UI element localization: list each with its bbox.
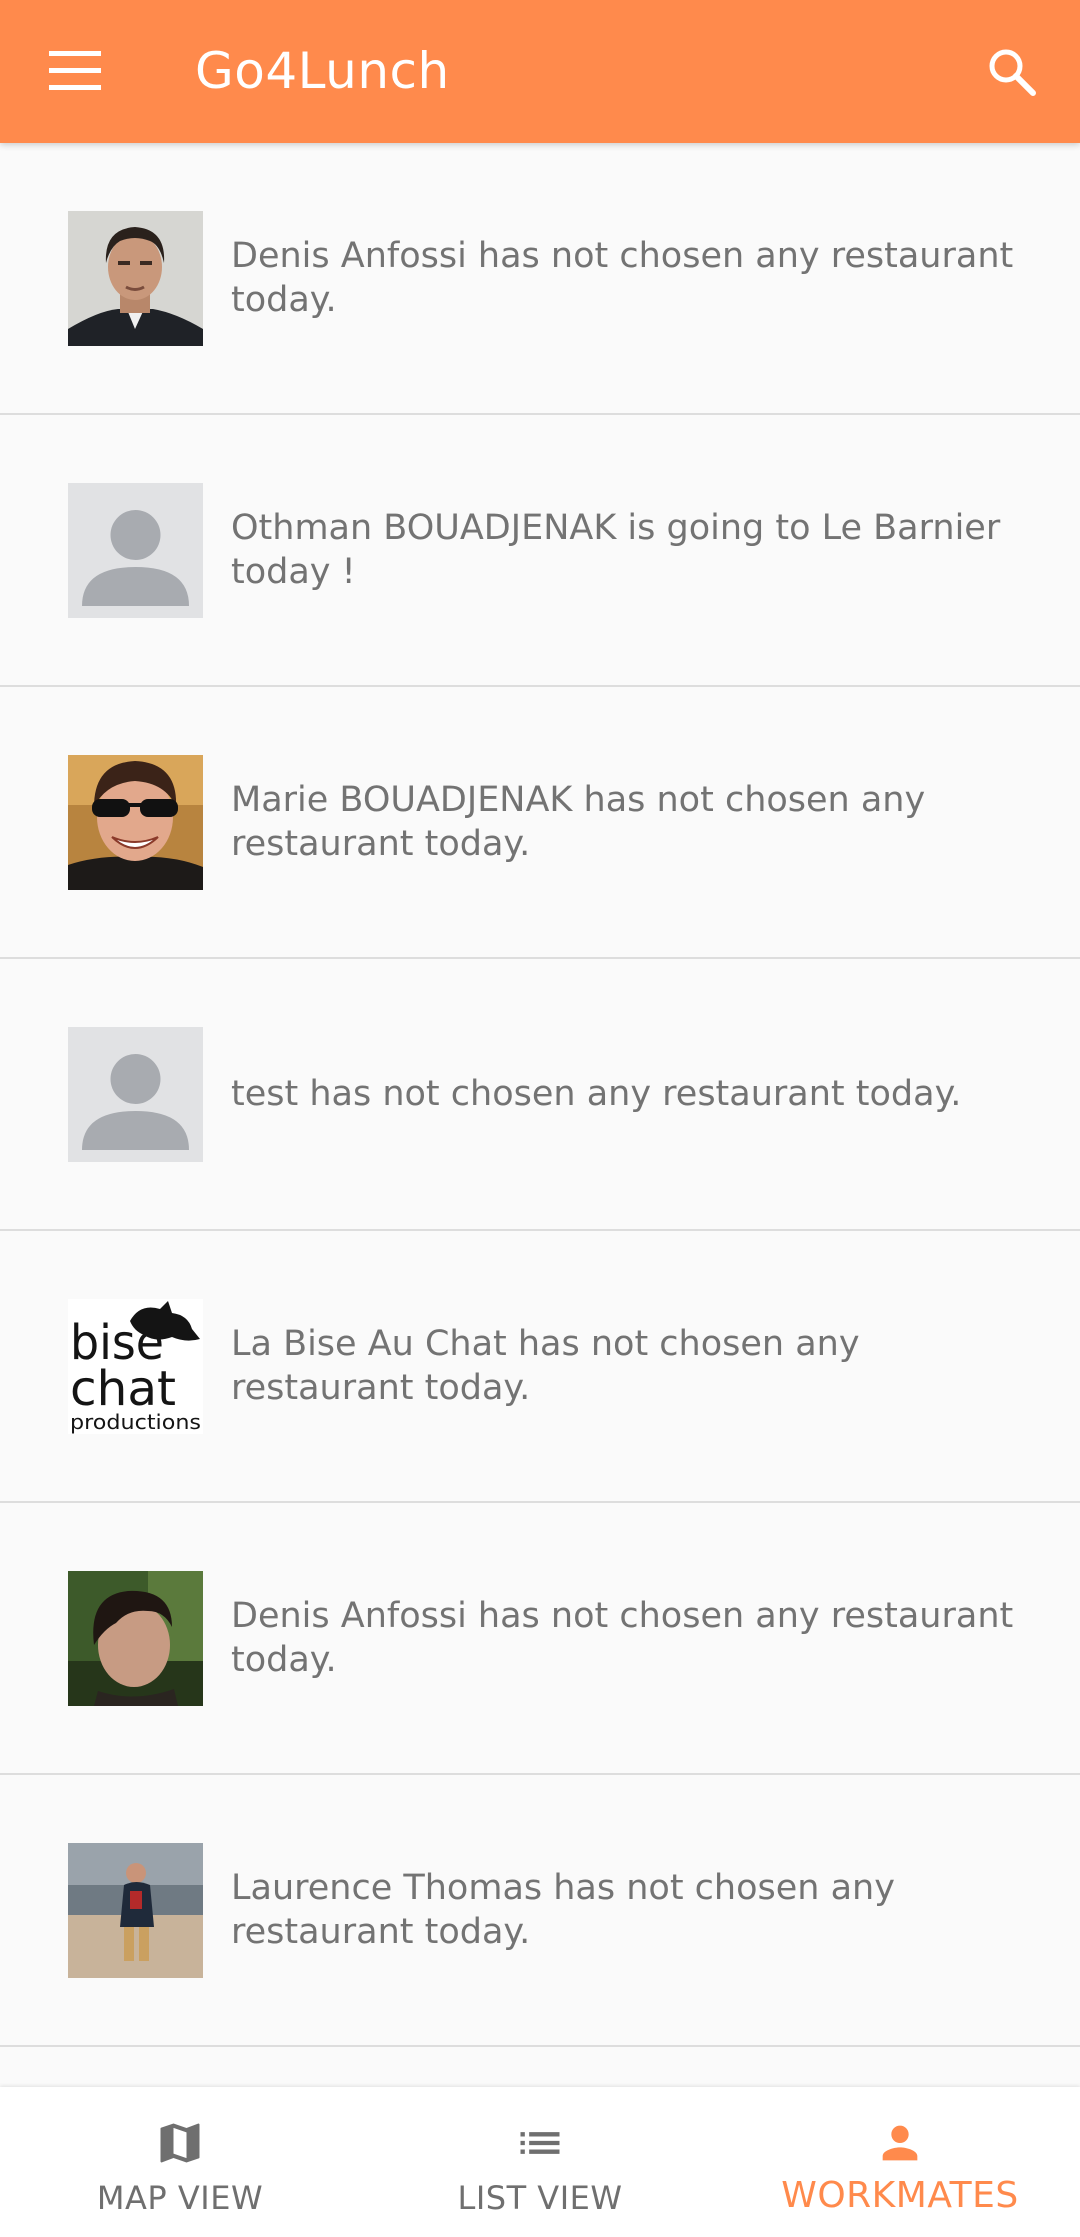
svg-text:chat: chat [70,1361,176,1417]
default-person-icon [68,1027,203,1162]
avatar [68,1027,203,1162]
workmate-status: Denis Anfossi has not chosen any restaur… [231,1596,1014,1680]
avatar-photo [68,1843,203,1978]
avatar [68,483,203,618]
list-item[interactable]: Othman BOUADJENAK is going to Le Barnier… [0,415,1080,687]
app-bar: Go4Lunch [0,0,1080,143]
workmate-status: Marie BOUADJENAK has not chosen any rest… [231,780,926,864]
nav-list-view[interactable]: LIST VIEW [360,2087,720,2237]
workmates-list: Denis Anfossi has not chosen any restaur… [0,143,1080,2047]
nav-workmates[interactable]: WORKMATES [720,2087,1080,2237]
nav-map-view[interactable]: MAP VIEW [0,2087,360,2237]
workmate-status: test has not chosen any restaurant today… [231,1074,962,1114]
list-item[interactable]: bise chat productions La Bise Au Chat ha… [0,1231,1080,1503]
avatar [68,211,203,346]
avatar [68,755,203,890]
app-title: Go4Lunch [195,42,450,100]
search-icon [989,49,1036,96]
workmate-status: Othman BOUADJENAK is going to Le Barnier… [231,508,1001,592]
avatar: bise chat productions [68,1299,203,1434]
avatar-photo [68,1571,203,1706]
avatar-photo [68,211,203,346]
bottom-navigation: MAP VIEW LIST VIEW WORKMATES [0,2087,1080,2237]
menu-button[interactable] [40,36,110,106]
workmate-status: Denis Anfossi has not chosen any restaur… [231,236,1014,320]
workmate-status: Laurence Thomas has not chosen any resta… [231,1868,895,1952]
svg-text:productions: productions [70,1410,201,1434]
nav-label: MAP VIEW [96,2179,264,2217]
avatar [68,1843,203,1978]
search-button[interactable] [972,32,1052,112]
bise-chat-logo-icon: bise chat productions [68,1299,203,1434]
list-item[interactable]: Denis Anfossi has not chosen any restaur… [0,143,1080,415]
list-item[interactable]: test has not chosen any restaurant today… [0,959,1080,1231]
person-icon [872,2115,928,2171]
avatar-photo [68,755,203,890]
list-icon [512,2115,568,2171]
avatar [68,1571,203,1706]
nav-label: WORKMATES [781,2175,1019,2216]
nav-label: LIST VIEW [457,2179,623,2217]
list-item[interactable]: Marie BOUADJENAK has not chosen any rest… [0,687,1080,959]
menu-icon [49,51,101,90]
list-item[interactable]: Denis Anfossi has not chosen any restaur… [0,1503,1080,1775]
map-icon [152,2115,208,2171]
default-person-icon [68,483,203,618]
workmate-status: La Bise Au Chat has not chosen any resta… [231,1324,860,1408]
list-item[interactable]: Laurence Thomas has not chosen any resta… [0,1775,1080,2047]
